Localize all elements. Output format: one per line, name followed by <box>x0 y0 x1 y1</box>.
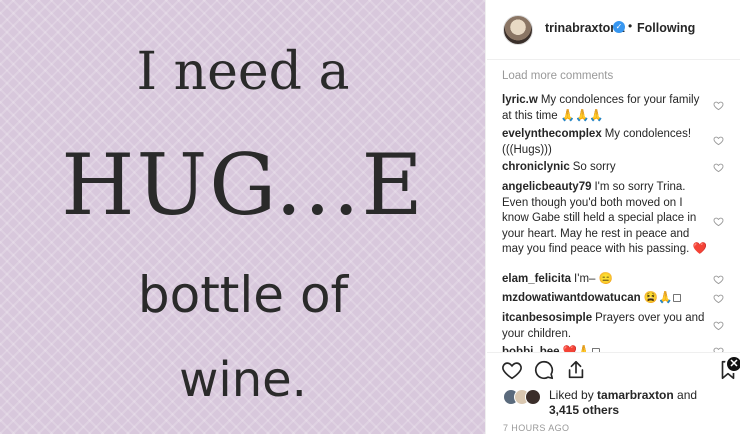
share-icon[interactable] <box>565 359 587 381</box>
comment-like-heart-icon[interactable] <box>713 135 724 146</box>
liker-avatar <box>525 389 541 405</box>
verified-badge-icon: ✓ <box>613 21 625 33</box>
liked-by-user-link[interactable]: tamarbraxton <box>597 388 674 402</box>
comment-icon[interactable] <box>533 359 555 381</box>
comment-like-heart-icon[interactable] <box>713 162 724 173</box>
comment-username[interactable]: lyric.w <box>502 94 538 106</box>
post-timestamp[interactable]: 7 HOURS AGO <box>503 423 569 433</box>
image-text-line-4: wine. <box>179 352 307 408</box>
comment-like-heart-icon[interactable] <box>713 216 724 227</box>
close-icon[interactable]: ✕ <box>725 355 740 373</box>
comment-item: evelynthecomplex My condolences! (((Hugs)… <box>502 127 712 158</box>
following-button[interactable]: Following <box>637 21 695 35</box>
comment-item: bobbi_bee ❤️🙏◻ <box>502 345 712 352</box>
avatar[interactable] <box>503 15 533 45</box>
image-text-line-2: HUG...E <box>61 136 425 234</box>
comment-like-heart-icon[interactable] <box>713 320 724 331</box>
comment-username[interactable]: evelynthecomplex <box>502 128 602 140</box>
likes-count-link[interactable]: 3,415 others <box>549 403 619 417</box>
comment-username[interactable]: chroniclynic <box>502 161 570 173</box>
comment-item: mzdowatiwantdowatucan 😫🙏◻ <box>502 291 712 307</box>
liked-by-prefix: Liked by <box>549 388 598 402</box>
comment-text: 😫🙏◻ <box>643 292 682 304</box>
image-text-line-3: bottle of <box>137 266 349 324</box>
load-more-comments-link[interactable]: Load more comments <box>502 70 613 82</box>
liker-avatars[interactable] <box>503 389 545 407</box>
heart-icon[interactable] <box>501 359 523 381</box>
comment-item: itcanbesosimple Prayers over you and your… <box>502 311 712 342</box>
comment-item: elam_felicita I'm– 😑 <box>502 272 712 288</box>
post-image[interactable]: I need a HUG...E bottle of wine. <box>0 0 486 434</box>
liked-by-text: Liked by tamarbraxton and 3,415 others <box>549 388 729 418</box>
comment-item: lyric.w My condolences for your family at… <box>502 93 712 124</box>
comment-text: I'm– 😑 <box>574 273 613 285</box>
image-text-line-1: I need a <box>136 42 350 102</box>
liked-by-and: and <box>673 388 698 402</box>
comment-like-heart-icon[interactable] <box>713 293 724 304</box>
post-sidebar: trinabraxton1 ✓ • Following Load more co… <box>487 0 740 434</box>
comment-item: angelicbeauty79 I'm so sorry Trina. Even … <box>502 180 712 258</box>
comment-item: chroniclynic So sorry <box>502 160 712 176</box>
comment-username[interactable]: mzdowatiwantdowatucan <box>502 292 641 304</box>
comment-username[interactable]: angelicbeauty79 <box>502 181 591 193</box>
post-header: trinabraxton1 ✓ • Following <box>487 0 740 60</box>
comments-list[interactable]: Load more comments lyric.w My condolences… <box>487 60 740 352</box>
comment-username[interactable]: itcanbesosimple <box>502 312 592 324</box>
separator-dot: • <box>628 19 633 33</box>
post-actions: Liked by tamarbraxton and 3,415 others 7… <box>487 352 740 434</box>
comment-text: So sorry <box>572 161 616 173</box>
comment-username[interactable]: elam_felicita <box>502 273 571 285</box>
comment-like-heart-icon[interactable] <box>713 100 724 111</box>
comment-like-heart-icon[interactable] <box>713 274 724 285</box>
